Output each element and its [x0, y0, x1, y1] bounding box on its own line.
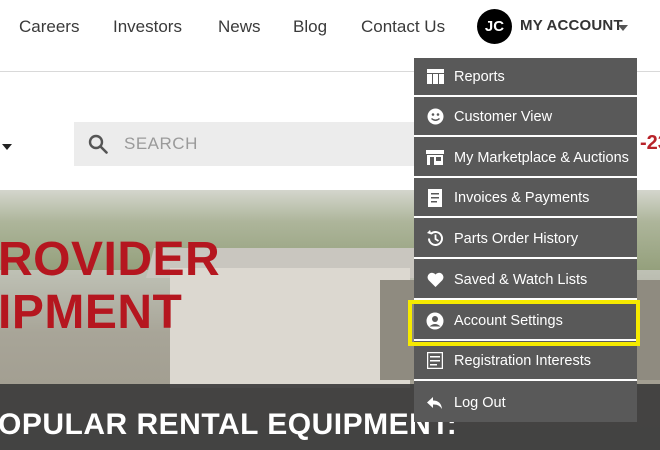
nav-link-investors[interactable]: Investors — [113, 17, 182, 37]
menu-item-saved-watch-lists[interactable]: Saved & Watch Lists — [414, 261, 637, 300]
heart-icon — [426, 271, 444, 289]
menu-item-log-out[interactable]: Log Out — [414, 383, 637, 422]
menu-item-parts-order-history[interactable]: Parts Order History — [414, 220, 637, 259]
search-bar[interactable] — [74, 122, 434, 166]
highlight-box — [408, 300, 640, 346]
nav-link-careers[interactable]: Careers — [19, 17, 79, 37]
menu-item-label: Log Out — [454, 394, 506, 411]
nav-link-blog[interactable]: Blog — [293, 17, 327, 37]
menu-item-marketplace[interactable]: My Marketplace & Auctions — [414, 139, 637, 178]
menu-item-label: My Marketplace & Auctions — [454, 149, 629, 166]
menu-item-customer-view[interactable]: Customer View — [414, 98, 637, 137]
nav-link-contact-us[interactable]: Contact Us — [361, 17, 445, 37]
hero-title-line1: ROVIDER — [0, 233, 221, 286]
history-icon — [426, 230, 444, 248]
account-dropdown-menu: Reports Customer View My Marketplace & A… — [414, 58, 637, 422]
logout-icon — [426, 394, 444, 412]
menu-item-label: Invoices & Payments — [454, 189, 590, 206]
my-account-button[interactable]: MY ACCOUNT — [520, 17, 623, 34]
menu-item-reports[interactable]: Reports — [414, 58, 637, 97]
chevron-down-icon[interactable] — [618, 25, 628, 31]
menu-item-label: Customer View — [454, 108, 553, 125]
menu-item-registration-interests[interactable]: Registration Interests — [414, 342, 637, 381]
customer-view-icon — [426, 108, 444, 126]
chevron-down-icon[interactable] — [2, 144, 12, 150]
avatar[interactable]: JC — [477, 9, 512, 44]
storefront-icon — [426, 149, 444, 167]
reports-icon — [426, 68, 444, 86]
hero-title-line2: IPMENT — [0, 286, 183, 339]
menu-item-label: Saved & Watch Lists — [454, 271, 588, 288]
invoice-icon — [426, 188, 444, 207]
search-input[interactable] — [124, 122, 424, 166]
menu-item-label: Parts Order History — [454, 230, 579, 247]
menu-item-label: Registration Interests — [454, 352, 592, 369]
registration-icon — [426, 352, 444, 370]
menu-item-invoices[interactable]: Invoices & Payments — [414, 179, 637, 218]
menu-item-label: Reports — [454, 68, 505, 85]
hero-subtitle: OPULAR RENTAL EQUIPMENT: — [0, 408, 458, 441]
phone-number[interactable]: -23 — [640, 132, 660, 155]
nav-link-news[interactable]: News — [218, 17, 261, 37]
search-icon[interactable] — [88, 134, 108, 154]
